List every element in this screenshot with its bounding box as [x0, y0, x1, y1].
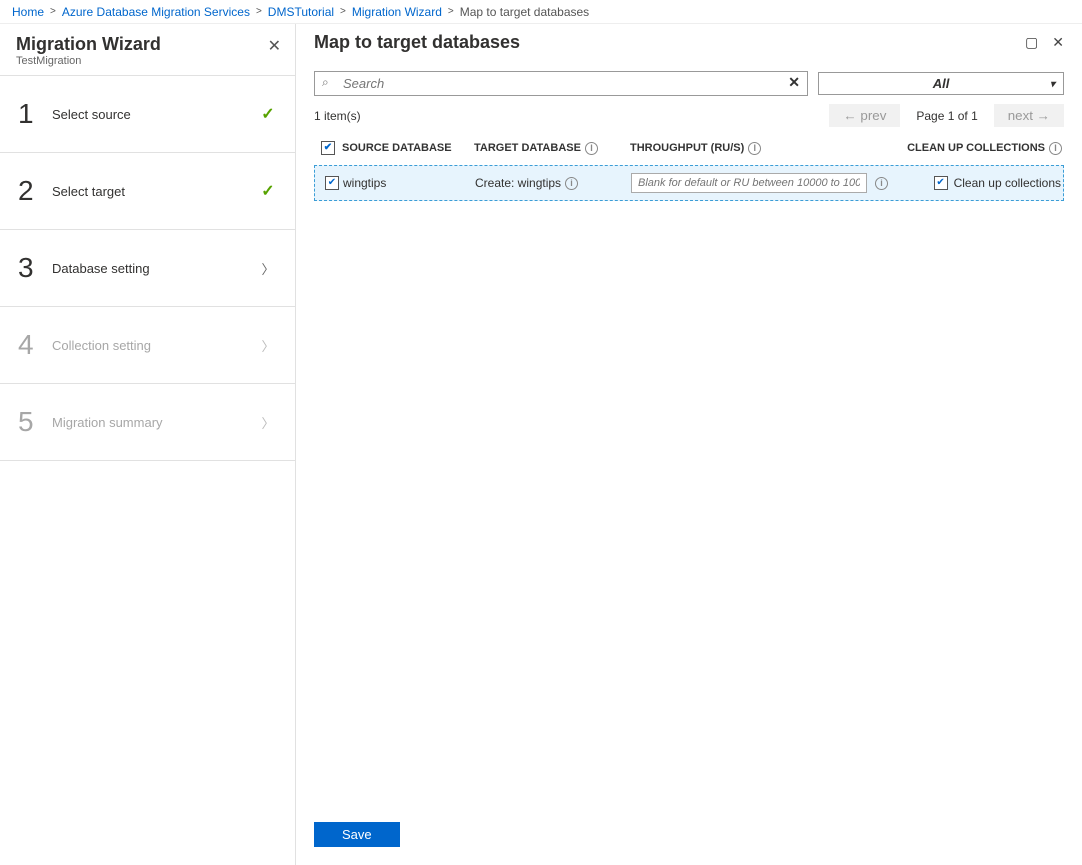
- info-icon[interactable]: i: [585, 142, 598, 155]
- sidebar-subtitle: TestMigration: [16, 55, 279, 67]
- maximize-icon[interactable]: ▢: [1025, 34, 1038, 51]
- close-icon[interactable]: ✕: [1052, 34, 1064, 51]
- step-select-target[interactable]: 2 Select target ✓: [0, 153, 295, 230]
- breadcrumb-adms[interactable]: Azure Database Migration Services: [62, 5, 250, 19]
- search-input[interactable]: [314, 71, 808, 96]
- header-target: Target database: [474, 142, 581, 154]
- info-icon[interactable]: i: [1049, 142, 1062, 155]
- chevron-right-icon: >: [448, 6, 454, 17]
- clear-icon[interactable]: ✕: [788, 74, 800, 91]
- cleanup-label: Clean up collections: [954, 176, 1061, 190]
- cleanup-checkbox[interactable]: [934, 176, 948, 190]
- search-icon: ⌕: [322, 75, 329, 90]
- breadcrumb-current: Map to target databases: [460, 5, 589, 19]
- cell-target: Create: wingtips: [475, 176, 561, 190]
- page-indicator: Page 1 of 1: [906, 109, 987, 123]
- sidebar-title: Migration Wizard: [16, 34, 279, 55]
- step-collection-setting[interactable]: 4 Collection setting 〉: [0, 307, 295, 384]
- step-label: Database setting: [46, 261, 259, 276]
- prev-button[interactable]: ← prev: [829, 104, 900, 127]
- breadcrumb: Home > Azure Database Migration Services…: [0, 0, 1082, 24]
- step-label: Select source: [46, 107, 259, 122]
- step-number: 4: [18, 329, 46, 361]
- item-count: 1 item(s): [314, 109, 829, 123]
- check-icon: ✓: [261, 181, 274, 201]
- filter-label: All: [933, 76, 950, 91]
- close-icon[interactable]: ✕: [268, 36, 281, 56]
- step-number: 2: [18, 175, 46, 207]
- chevron-right-icon: 〉: [261, 413, 274, 432]
- breadcrumb-migration-wizard[interactable]: Migration Wizard: [352, 5, 442, 19]
- table-header: Source database Target database i Throug…: [314, 135, 1064, 165]
- chevron-down-icon: ▾: [1050, 79, 1055, 90]
- step-number: 5: [18, 406, 46, 438]
- step-migration-summary[interactable]: 5 Migration summary 〉: [0, 384, 295, 461]
- info-icon[interactable]: i: [748, 142, 761, 155]
- chevron-right-icon: 〉: [261, 259, 274, 278]
- step-label: Collection setting: [46, 338, 259, 353]
- chevron-right-icon: >: [340, 6, 346, 17]
- filter-dropdown[interactable]: All ▾: [818, 72, 1064, 95]
- step-number: 1: [18, 98, 46, 130]
- next-button[interactable]: next →: [994, 104, 1064, 127]
- row-checkbox[interactable]: [325, 176, 339, 190]
- save-button[interactable]: Save: [314, 822, 400, 847]
- header-cleanup: Clean up collections: [907, 142, 1045, 154]
- wizard-sidebar: Migration Wizard TestMigration ✕ 1 Selec…: [0, 24, 296, 865]
- page-title: Map to target databases: [314, 32, 1025, 53]
- chevron-right-icon: >: [50, 6, 56, 17]
- throughput-input[interactable]: [631, 173, 867, 193]
- step-select-source[interactable]: 1 Select source ✓: [0, 76, 295, 153]
- check-icon: ✓: [261, 104, 274, 124]
- step-label: Migration summary: [46, 415, 259, 430]
- step-label: Select target: [46, 184, 259, 199]
- table-row[interactable]: wingtips Create: wingtips i i Clean up c…: [314, 165, 1064, 201]
- breadcrumb-home[interactable]: Home: [12, 5, 44, 19]
- chevron-right-icon: 〉: [261, 336, 274, 355]
- cell-source: wingtips: [343, 176, 475, 190]
- breadcrumb-dmstutorial[interactable]: DMSTutorial: [268, 5, 334, 19]
- header-source: Source database: [342, 142, 474, 154]
- chevron-right-icon: >: [256, 6, 262, 17]
- info-icon[interactable]: i: [875, 177, 888, 190]
- select-all-checkbox[interactable]: [321, 141, 335, 155]
- step-database-setting[interactable]: 3 Database setting 〉: [0, 230, 295, 307]
- info-icon[interactable]: i: [565, 177, 578, 190]
- header-throughput: Throughput (RU/s): [630, 142, 744, 154]
- step-number: 3: [18, 252, 46, 284]
